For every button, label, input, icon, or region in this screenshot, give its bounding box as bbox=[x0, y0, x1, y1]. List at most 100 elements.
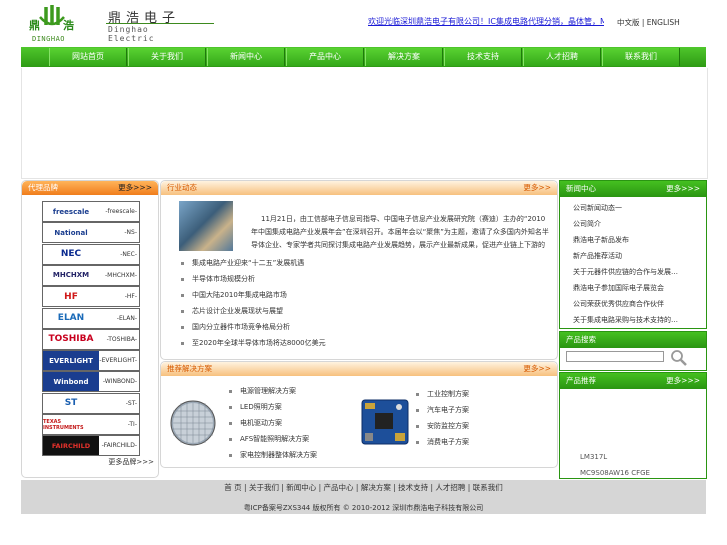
right-news-item[interactable]: 公司简介 bbox=[573, 219, 601, 229]
nav-item-solutions[interactable]: 解决方案 bbox=[365, 48, 443, 66]
brand-logo-st[interactable]: ST -ST- bbox=[42, 392, 140, 414]
bullet-icon bbox=[181, 341, 184, 345]
solution-item-label: 消费电子方案 bbox=[427, 438, 469, 446]
bullet-icon bbox=[181, 325, 184, 329]
brands-more-link[interactable]: 更多>>> bbox=[118, 181, 152, 195]
solution-item[interactable]: 工业控制方案 bbox=[416, 389, 469, 399]
news-list-item[interactable]: 半导体市场规模分析 bbox=[181, 274, 255, 284]
brand-logo-fairchild[interactable]: FAIRCHILD -FAIRCHILD- bbox=[42, 435, 140, 457]
nav-item-products[interactable]: 产品中心 bbox=[286, 48, 364, 66]
news-item-label: 至2020年全球半导体市场将达8000亿美元 bbox=[192, 339, 326, 347]
solution-item[interactable]: LED照明方案 bbox=[229, 402, 282, 412]
nav-item-about[interactable]: 关于我们 bbox=[128, 48, 206, 66]
lang-english-link[interactable]: ENGLISH bbox=[647, 18, 680, 27]
brand-label: -NEC- bbox=[120, 250, 137, 258]
circuit-board-image[interactable] bbox=[361, 399, 409, 445]
solution-item[interactable]: AFS智能照明解决方案 bbox=[229, 434, 309, 444]
nav-item-contact[interactable]: 联系我们 bbox=[602, 48, 680, 66]
search-header: 产品搜索 bbox=[560, 332, 706, 350]
solution-item-label: 工业控制方案 bbox=[427, 390, 469, 398]
right-news-item[interactable]: 关于元器件供应链的合作与发展… bbox=[573, 267, 678, 277]
right-news-item[interactable]: 公司荣获优秀供应商合作伙伴 bbox=[573, 299, 664, 309]
product-item[interactable]: MC9S08AW16 CFGE bbox=[580, 469, 650, 477]
right-news-title: 新闻中心 bbox=[566, 184, 596, 193]
brand-logo-mark: EVERLIGHT bbox=[43, 351, 99, 371]
brands-bottom-more-link[interactable]: 更多品牌>>> bbox=[108, 457, 154, 467]
right-news-item[interactable]: 公司新闻动态一 bbox=[573, 203, 622, 213]
bullet-icon bbox=[229, 453, 232, 457]
news-title: 行业动态 bbox=[167, 183, 197, 192]
brand-logo-mark: MHCHXM bbox=[52, 271, 90, 280]
solution-item-label: 安防监控方案 bbox=[427, 422, 469, 430]
news-thumbnail-image[interactable] bbox=[179, 201, 233, 251]
bullet-icon bbox=[416, 424, 419, 428]
search-input[interactable] bbox=[566, 351, 664, 362]
solution-item[interactable]: 电机驱动方案 bbox=[229, 418, 282, 428]
products-more-link[interactable]: 更多>>> bbox=[666, 373, 700, 389]
brand-logo-mark: FAIRCHILD bbox=[43, 436, 99, 456]
brand-logo-toshiba[interactable]: TOSHIBA -TOSHIBA- bbox=[42, 328, 140, 350]
news-list-item[interactable]: 集成电路产业迎来“十二五”发展机遇 bbox=[181, 258, 304, 268]
brand-logo-mhchxm[interactable]: MHCHXM -MHCHXM- bbox=[42, 264, 140, 286]
nav-item-jobs[interactable]: 人才招聘 bbox=[523, 48, 601, 66]
solution-item-label: 汽车电子方案 bbox=[427, 406, 469, 414]
brand-logo-national[interactable]: National -NS- bbox=[42, 222, 140, 244]
solution-item[interactable]: 消费电子方案 bbox=[416, 437, 469, 447]
brand-logo-mark: HF bbox=[64, 291, 78, 302]
news-more-link[interactable]: 更多>> bbox=[523, 181, 551, 195]
solution-item[interactable]: 家电控制器整体解决方案 bbox=[229, 450, 317, 460]
news-list-item[interactable]: 至2020年全球半导体市场将达8000亿美元 bbox=[181, 338, 326, 348]
nav-item-home[interactable]: 网站首页 bbox=[49, 48, 127, 66]
news-list-item[interactable]: 芯片设计企业发展现状与展望 bbox=[181, 306, 283, 316]
right-news-item[interactable]: 鼎浩电子参加国际电子展览会 bbox=[573, 283, 664, 293]
right-news-item[interactable]: 鼎浩电子新品发布 bbox=[573, 235, 629, 245]
search-title: 产品搜索 bbox=[566, 335, 596, 344]
product-item[interactable]: LM317L bbox=[580, 453, 607, 461]
right-news-item[interactable]: 新产品推荐活动 bbox=[573, 251, 622, 261]
wafer-image[interactable] bbox=[169, 399, 217, 447]
welcome-marquee-link[interactable]: 欢迎光临深圳鼎浩电子有限公司！IC集成电路代理分销，晶体管，MOS管，三极管，二… bbox=[368, 16, 604, 28]
footer-copyright: 粤ICP备案号ZXS344 版权所有 © 2010-2012 深圳市鼎浩电子科技… bbox=[243, 504, 484, 512]
brand-logo-nec[interactable]: NEC -NEC- bbox=[42, 243, 140, 265]
news-item-label: 国内分立器件市场竞争格局分析 bbox=[192, 323, 290, 331]
main-nav: 网站首页 关于我们 新闻中心 产品中心 解决方案 技术支持 人才招聘 联系我们 bbox=[21, 47, 706, 67]
brand-label: -NS- bbox=[124, 229, 137, 237]
brand-logo-texas-instruments[interactable]: TEXAS INSTRUMENTS -TI- bbox=[42, 414, 140, 435]
news-list-item[interactable]: 国内分立器件市场竞争格局分析 bbox=[181, 322, 290, 332]
solution-item[interactable]: 电源管理解决方案 bbox=[229, 386, 296, 396]
nav-item-support[interactable]: 技术支持 bbox=[444, 48, 522, 66]
solution-item[interactable]: 安防监控方案 bbox=[416, 421, 469, 431]
bullet-icon bbox=[229, 421, 232, 425]
site-logo[interactable]: 鼎 浩 DINGHAO 鼎浩电子 Dinghao Electric bbox=[26, 5, 214, 45]
nav-item-news[interactable]: 新闻中心 bbox=[207, 48, 285, 66]
lang-chinese-link[interactable]: 中文版 bbox=[617, 18, 640, 27]
footer-links[interactable]: 首 页 | 关于我们 | 新闻中心 | 产品中心 | 解决方案 | 技术支持 |… bbox=[21, 482, 706, 493]
solution-item[interactable]: 汽车电子方案 bbox=[416, 405, 469, 415]
solutions-more-link[interactable]: 更多>> bbox=[523, 362, 551, 376]
logo-char-right: 浩 bbox=[63, 19, 74, 32]
right-news-item[interactable]: 关于集成电路采购与技术支持的… bbox=[573, 315, 678, 325]
brand-logo-mark: ELAN bbox=[57, 313, 85, 323]
solutions-panel: 推荐解决方案 更多>> 电源管理解决方案 LED照明方案 电机驱动方案 AFS智能照明… bbox=[160, 361, 558, 468]
search-icon[interactable] bbox=[670, 349, 688, 367]
news-item-label: 半导体市场规模分析 bbox=[192, 275, 255, 283]
brand-logo-winbond[interactable]: Winbond -WINBOND- bbox=[42, 371, 140, 393]
bullet-icon bbox=[416, 408, 419, 412]
bullet-icon bbox=[229, 389, 232, 393]
brand-label: -ELAN- bbox=[116, 314, 137, 322]
right-news-more-link[interactable]: 更多>>> bbox=[666, 181, 700, 197]
footer: 首 页 | 关于我们 | 新闻中心 | 产品中心 | 解决方案 | 技术支持 |… bbox=[21, 480, 706, 514]
bullet-icon bbox=[229, 405, 232, 409]
news-list-item[interactable]: 中国大陆2010年集成电路市场 bbox=[181, 290, 287, 300]
brand-logo-hf[interactable]: HF -HF- bbox=[42, 286, 140, 308]
brand-logo-elan[interactable]: ELAN -ELAN- bbox=[42, 307, 140, 329]
language-switch: 中文版 | ENGLISH bbox=[617, 17, 680, 28]
brand-logo-freescale[interactable]: freescale -freescale- bbox=[42, 201, 140, 222]
brand-label: -TI- bbox=[127, 421, 137, 428]
brand-label: -FAIRCHILD- bbox=[101, 442, 137, 450]
news-item-label: 中国大陆2010年集成电路市场 bbox=[192, 291, 287, 299]
news-item-label: 芯片设计企业发展现状与展望 bbox=[192, 307, 283, 315]
news-panel-header: 行业动态 更多>> bbox=[161, 181, 557, 195]
brand-logo-everlight[interactable]: EVERLIGHT -EVERLIGHT- bbox=[42, 350, 140, 372]
right-news-header: 新闻中心 更多>>> bbox=[560, 181, 706, 199]
